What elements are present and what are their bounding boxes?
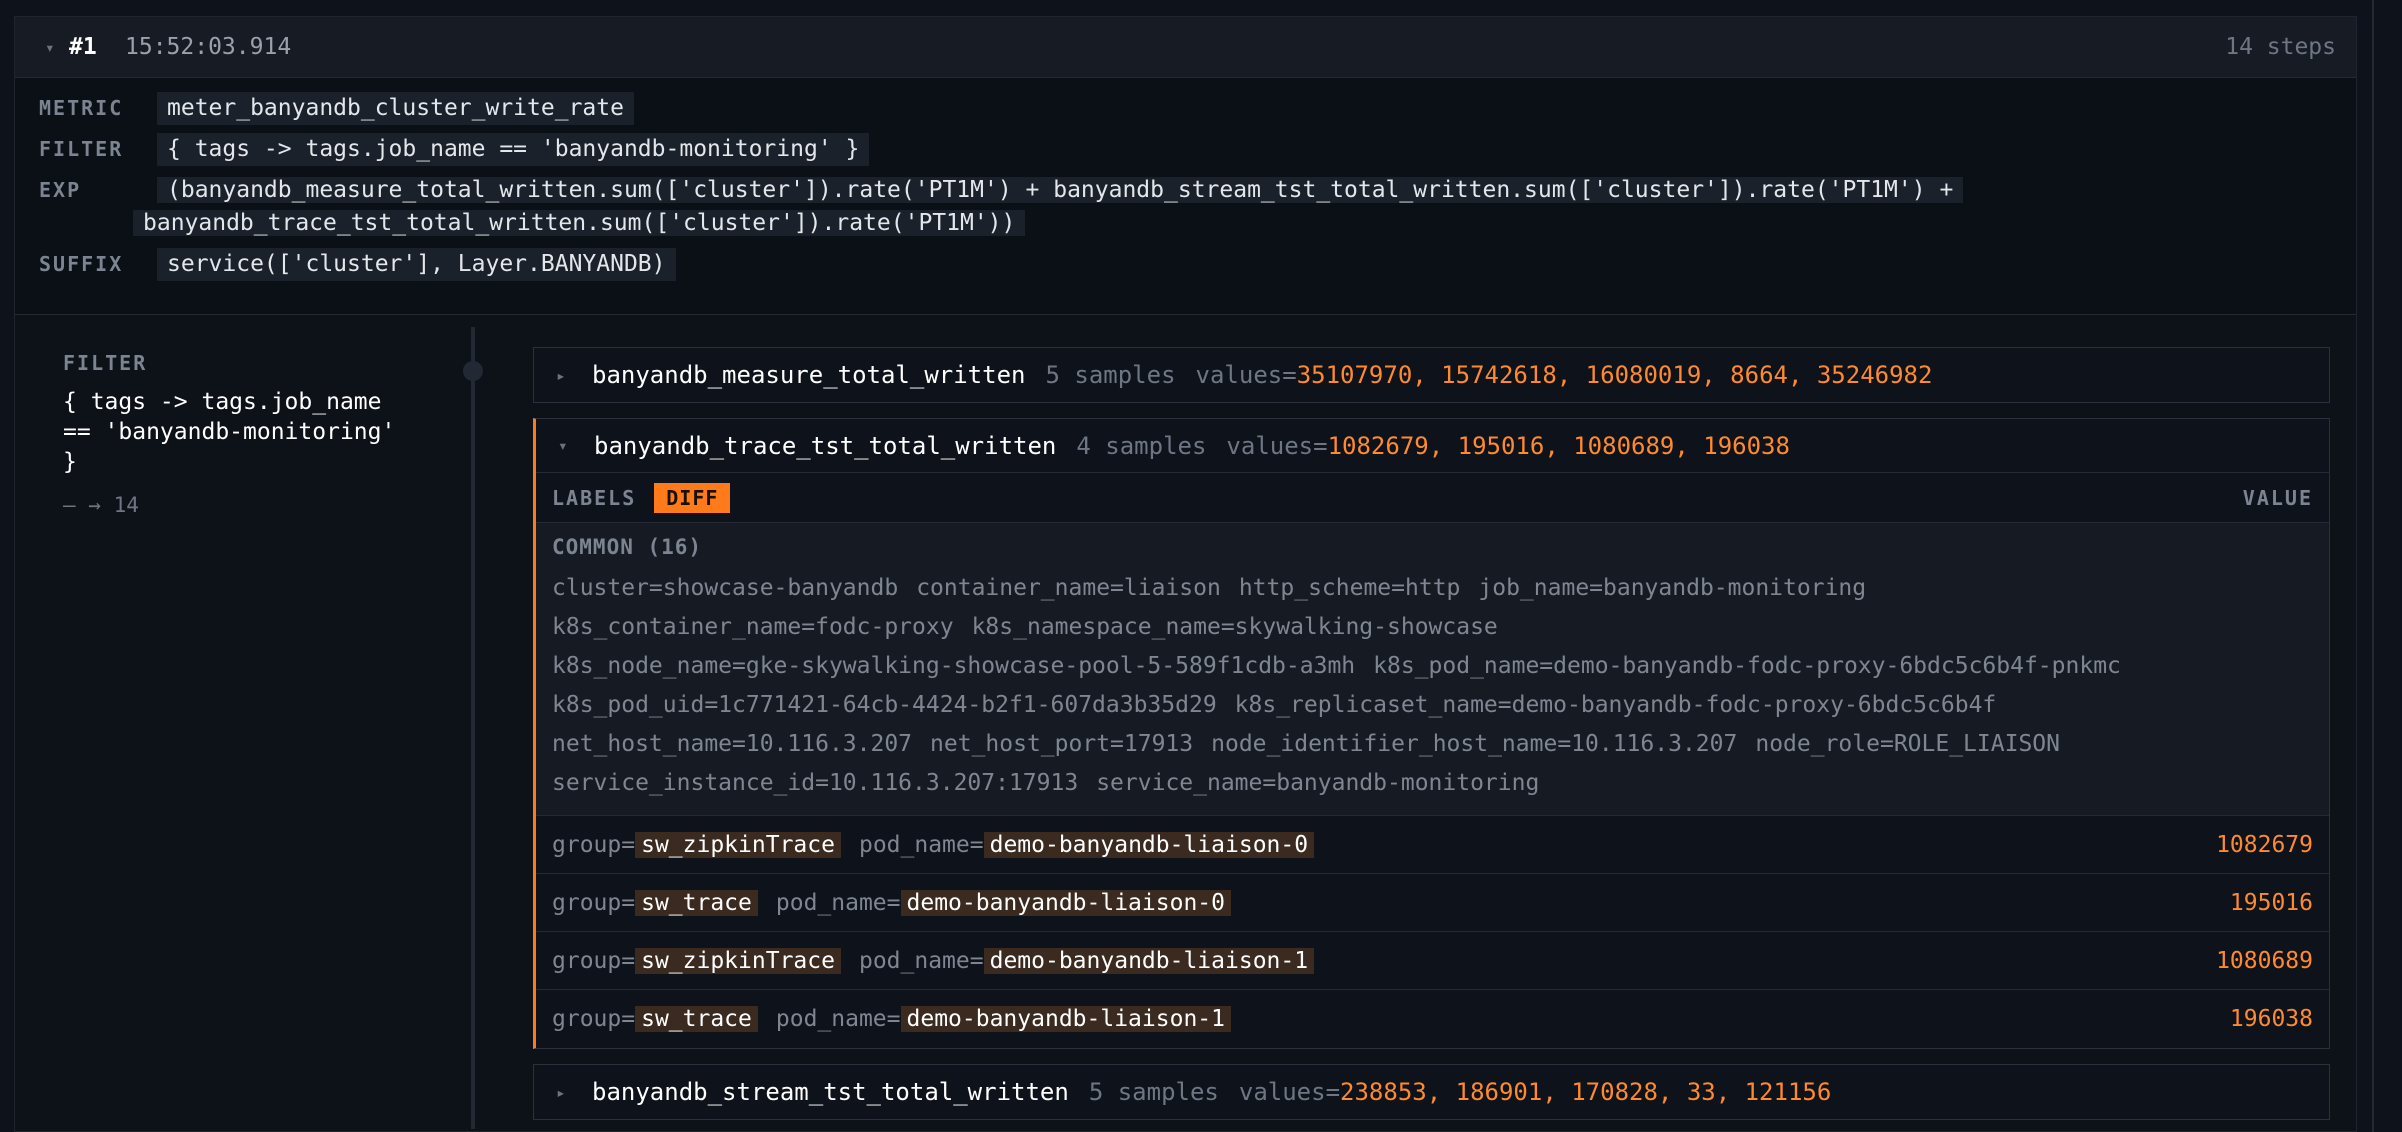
step-body: FILTER { tags -> tags.job_name == 'banya… <box>15 315 2356 1129</box>
common-tag: net_host_port=17913 <box>930 731 1194 757</box>
label-value-diff: demo-banyandb-liaison-1 <box>983 947 1315 974</box>
sample-count: 5 samples <box>1045 361 1176 389</box>
expand-caret-icon[interactable]: ▸ <box>556 1083 592 1102</box>
label-key: group= <box>552 889 636 916</box>
step-number: #1 <box>69 34 97 60</box>
common-tag: cluster=showcase-banyandb <box>552 575 899 601</box>
metric-name: banyandb_stream_tst_total_written <box>592 1078 1069 1106</box>
metric-name: banyandb_measure_total_written <box>592 361 1026 389</box>
labels-title: LABELS <box>552 485 637 510</box>
metric-item-expanded: ▾ banyandb_trace_tst_total_written 4 sam… <box>533 418 2330 1049</box>
label-value-diff: demo-banyandb-liaison-0 <box>983 831 1315 858</box>
sample-row[interactable]: group= sw_trace pod_name= demo-banyandb-li… <box>536 874 2329 932</box>
metric-value: meter_banyandb_cluster_write_rate <box>157 92 634 125</box>
step-timestamp: 15:52:03.914 <box>125 34 292 60</box>
sample-count: 4 samples <box>1076 431 1207 460</box>
sample-row[interactable]: group= sw_zipkinTrace pod_name= demo-banya… <box>536 816 2329 874</box>
exp-line-2: banyandb_trace_tst_total_written.sum(['c… <box>133 210 1026 236</box>
values-key: values= <box>1195 361 1297 389</box>
timeline-line <box>471 327 475 1129</box>
common-tag: http_scheme=http <box>1238 575 1461 601</box>
common-tag: job_name=banyandb-monitoring <box>1478 575 1867 601</box>
operation-code: { tags -> tags.job_name == 'banyandb-mon… <box>63 389 396 475</box>
metric-key: METRIC <box>39 96 124 120</box>
collapse-caret-icon[interactable]: ▾ <box>558 436 594 455</box>
filter-key: FILTER <box>39 137 124 161</box>
common-tag: node_role=ROLE_LIAISON <box>1755 731 2060 757</box>
label-key: pod_name= <box>858 831 984 858</box>
common-labels-list: cluster=showcase-banyandb container_name=… <box>552 569 2313 803</box>
timeline-dot-icon <box>463 361 483 381</box>
metric-item: ▸ banyandb_stream_tst_total_written 5 sa… <box>533 1064 2330 1120</box>
common-tag: k8s_pod_uid=1c771421-64cb-4424-b2f1-607d… <box>552 692 1217 718</box>
sample-value: 1080689 <box>2216 947 2313 974</box>
collapse-caret-icon[interactable]: ▾ <box>35 38 69 57</box>
values-list: 35107970, 15742618, 16080019, 8664, 3524… <box>1296 361 1933 389</box>
metric-row: METRIC meter_banyandb_cluster_write_rate <box>39 92 2356 125</box>
suffix-value: service(['cluster'], Layer.BANYANDB) <box>157 248 676 281</box>
diff-button[interactable]: DIFF <box>654 482 731 513</box>
common-labels: COMMON (16) cluster=showcase-banyandb con… <box>536 523 2329 816</box>
common-tag: net_host_name=10.116.3.207 <box>552 731 913 757</box>
common-tag: k8s_container_name=fodc-proxy <box>552 614 954 640</box>
common-tag: k8s_pod_name=demo-banyandb-fodc-proxy-6b… <box>1373 653 2121 679</box>
operation-label: FILTER <box>63 351 148 375</box>
label-key: group= <box>552 947 636 974</box>
common-tag: k8s_replicaset_name=demo-banyandb-fodc-p… <box>1234 692 1997 718</box>
step-header[interactable]: ▾ #1 15:52:03.914 14 steps <box>15 17 2356 78</box>
label-value-diff: demo-banyandb-liaison-0 <box>900 889 1231 916</box>
operation-count: — → 14 <box>63 493 139 517</box>
values-key: values= <box>1226 431 1328 460</box>
metric-item: ▸ banyandb_measure_total_written 5 sampl… <box>533 347 2330 403</box>
values-key: values= <box>1238 1078 1341 1106</box>
label-key: pod_name= <box>858 947 984 974</box>
outer-scrollbar-track <box>2372 0 2374 1132</box>
label-key: group= <box>552 831 636 858</box>
exp-line-1: (banyandb_measure_total_written.sum(['cl… <box>157 177 1964 203</box>
exp-value: (banyandb_measure_total_written.sum(['cl… <box>133 174 1983 240</box>
sample-value: 1082679 <box>2216 831 2313 858</box>
label-value-diff: demo-banyandb-liaison-1 <box>900 1006 1231 1032</box>
expand-caret-icon[interactable]: ▸ <box>556 366 592 385</box>
metric-item-header[interactable]: ▸ banyandb_stream_tst_total_written 5 sa… <box>534 1065 2329 1119</box>
step-panel: ▾ #1 15:52:03.914 14 steps METRIC meter_… <box>14 16 2357 1132</box>
filter-value: { tags -> tags.job_name == 'banyandb-mon… <box>157 133 870 166</box>
metric-item-header[interactable]: ▸ banyandb_measure_total_written 5 sampl… <box>534 348 2329 402</box>
sample-value: 195016 <box>2229 889 2313 916</box>
suffix-key: SUFFIX <box>39 252 124 276</box>
sample-row[interactable]: group= sw_trace pod_name= demo-banyandb-li… <box>536 990 2329 1048</box>
metric-item-header[interactable]: ▾ banyandb_trace_tst_total_written 4 sam… <box>536 419 2329 473</box>
filter-row: FILTER { tags -> tags.job_name == 'banya… <box>39 133 2356 166</box>
label-key: pod_name= <box>775 1006 901 1032</box>
common-tag: node_identifier_host_name=10.116.3.207 <box>1211 731 1738 757</box>
metric-tree: ▸ banyandb_measure_total_written 5 sampl… <box>533 347 2330 1131</box>
sample-value: 196038 <box>2229 1006 2313 1032</box>
label-value-diff: sw_zipkinTrace <box>635 947 841 974</box>
exp-row: EXP (banyandb_measure_total_written.sum(… <box>39 174 2356 240</box>
label-key: pod_name= <box>775 889 901 916</box>
metric-name: banyandb_trace_tst_total_written <box>594 431 1057 460</box>
label-value-diff: sw_trace <box>635 889 758 916</box>
label-key: group= <box>552 1006 636 1032</box>
common-tag: container_name=liaison <box>916 575 1221 601</box>
common-tag: service_name=banyandb-monitoring <box>1096 770 1540 796</box>
common-tag: k8s_node_name=gke-skywalking-showcase-po… <box>552 653 1356 679</box>
values-list: 1082679, 195016, 1080689, 196038 <box>1327 431 1790 460</box>
suffix-row: SUFFIX service(['cluster'], Layer.BANYAN… <box>39 248 2356 281</box>
sample-count: 5 samples <box>1088 1078 1219 1106</box>
value-column-header: VALUE <box>2242 485 2313 510</box>
label-value-diff: sw_zipkinTrace <box>635 831 841 858</box>
common-tag: k8s_namespace_name=skywalking-showcase <box>971 614 1498 640</box>
step-operation: FILTER { tags -> tags.job_name == 'banya… <box>63 351 453 517</box>
step-count: 14 steps <box>2225 34 2336 60</box>
values-list: 238853, 186901, 170828, 33, 121156 <box>1340 1078 1832 1106</box>
common-tag: service_instance_id=10.116.3.207:17913 <box>552 770 1079 796</box>
label-value-diff: sw_trace <box>635 1006 758 1032</box>
sample-row[interactable]: group= sw_zipkinTrace pod_name= demo-banya… <box>536 932 2329 990</box>
labels-header: LABELS DIFF VALUE <box>536 473 2329 523</box>
common-labels-title: COMMON (16) <box>552 535 703 559</box>
metric-definition: METRIC meter_banyandb_cluster_write_rate… <box>15 78 2356 315</box>
